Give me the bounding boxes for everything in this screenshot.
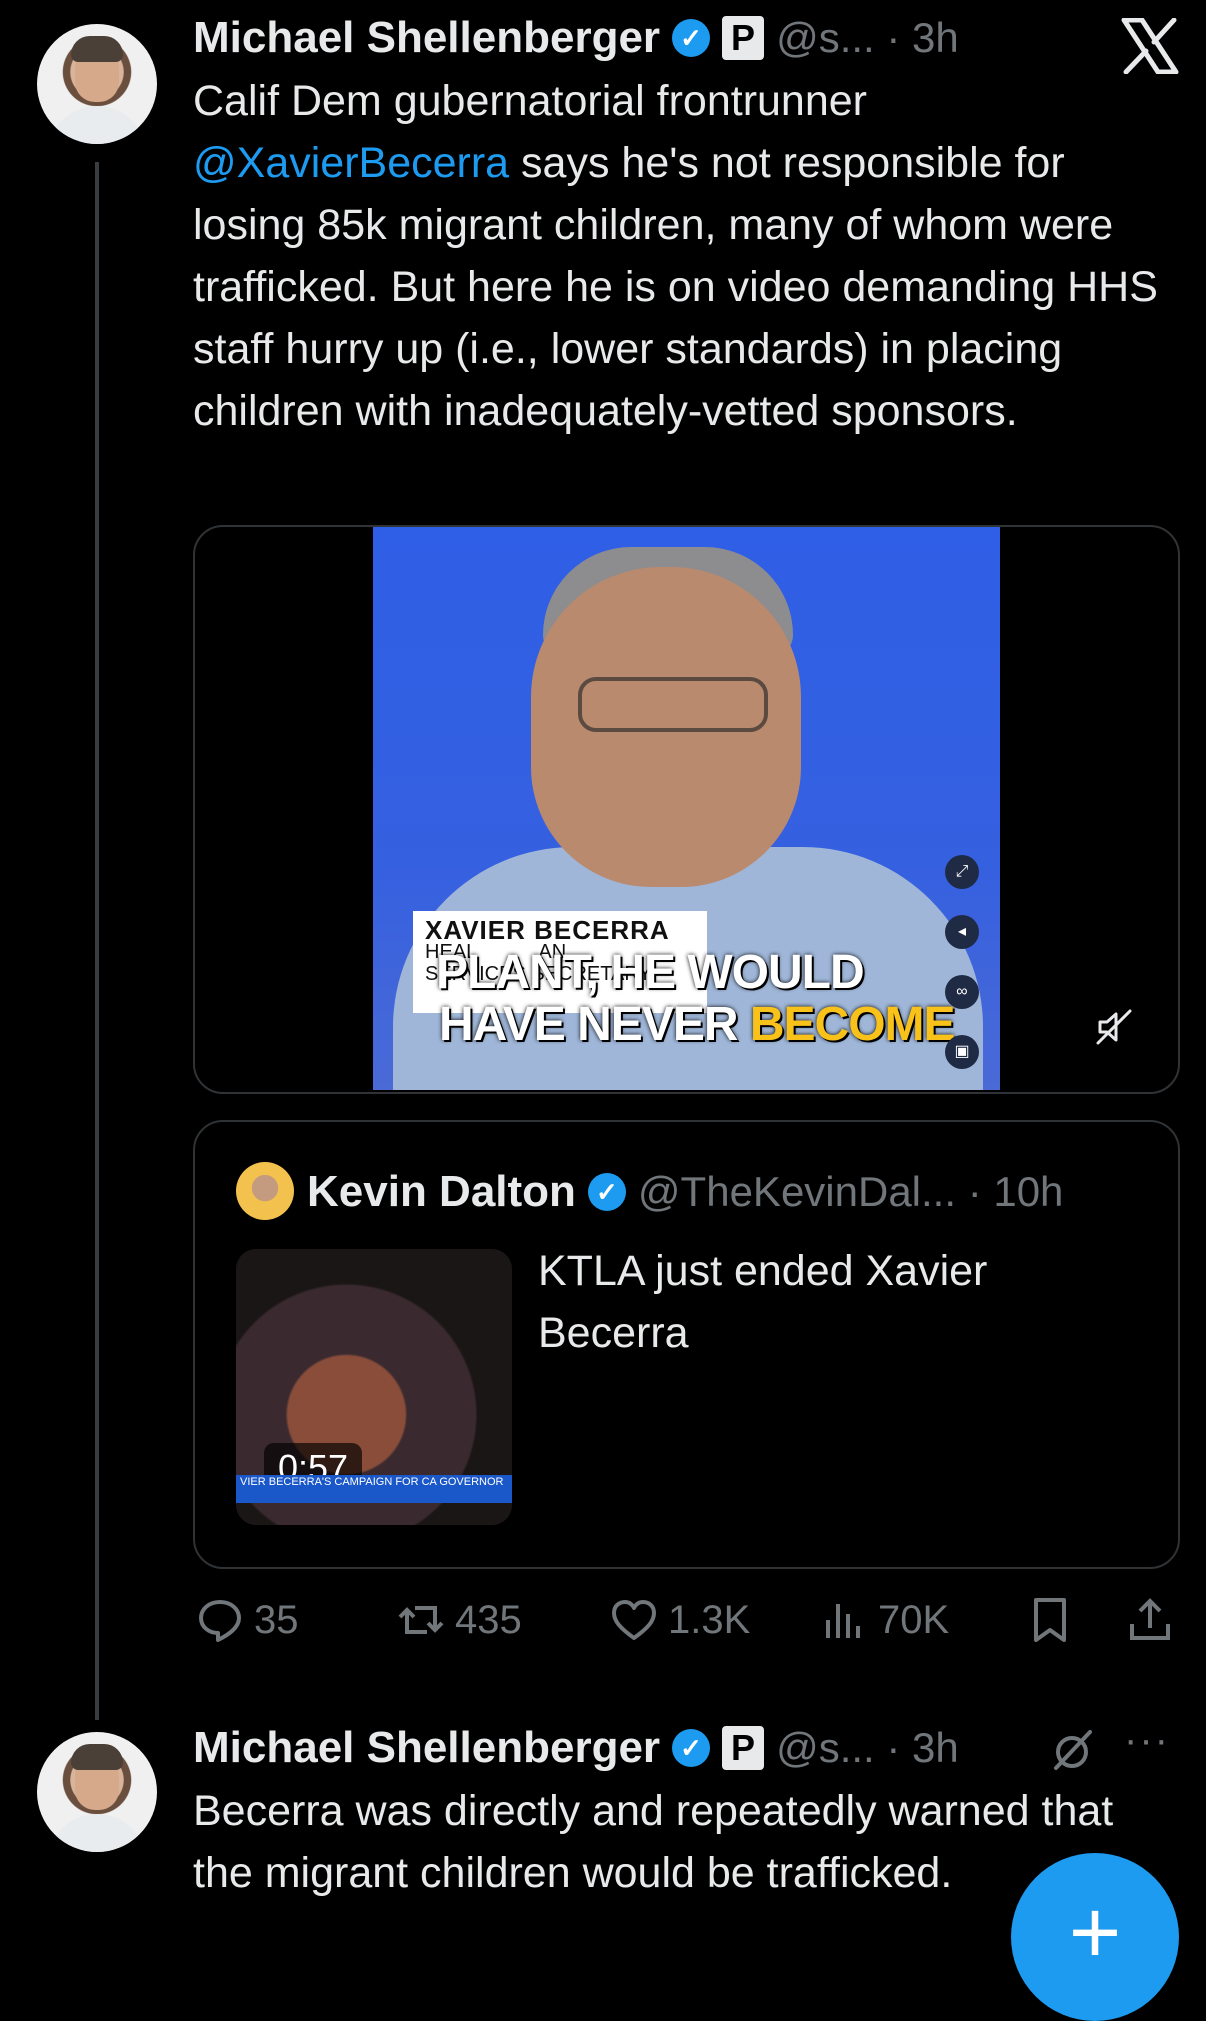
- quoted-tweet-header: Kevin Dalton ✓ @TheKevinDal... · 10h: [307, 1162, 1063, 1222]
- tweet-header: Michael Shellenberger ✓ P @s... · 3h: [193, 8, 959, 68]
- tweet-text: Calif Dem gubernatorial frontrunner @Xav…: [193, 77, 1158, 435]
- share-screen-icon: ▣: [945, 1035, 979, 1069]
- views-icon: [826, 1604, 860, 1638]
- verified-badge-icon: ✓: [672, 1729, 711, 1767]
- more-options-icon[interactable]: ···: [1124, 1718, 1170, 1763]
- handle-and-time: @s... · 3h: [776, 14, 959, 61]
- thread-connector-line: [95, 162, 99, 1720]
- reply-button[interactable]: 35: [196, 1596, 299, 1644]
- news-ticker: VIER BECERRA'S CAMPAIGN FOR CA GOVERNOR: [236, 1475, 512, 1503]
- share-button[interactable]: [1126, 1596, 1174, 1644]
- video-caption-line2: HAVE NEVER BECOME: [439, 998, 956, 1051]
- handle-and-time: @s... · 3h: [776, 1724, 959, 1771]
- verified-badge-icon: ✓: [587, 1173, 626, 1211]
- grok-icon[interactable]: [1048, 1726, 1096, 1774]
- views-count: 70K: [878, 1597, 950, 1642]
- affiliate-badge-icon: P: [722, 16, 765, 60]
- author-name[interactable]: Michael Shellenberger: [193, 1723, 660, 1773]
- reply-icon: [199, 1600, 241, 1642]
- bookmark-icon: [1034, 1598, 1066, 1642]
- tweet-text: Becerra was directly and repeatedly warn…: [193, 1787, 1114, 1897]
- quoted-author-avatar: [236, 1162, 294, 1220]
- heart-icon: [612, 1600, 656, 1640]
- speaker-icon: ◂: [945, 915, 979, 949]
- quoted-video-thumbnail: 0:57 VIER BECERRA'S CAMPAIGN FOR CA GOVE…: [236, 1249, 512, 1525]
- share-icon: [1130, 1598, 1170, 1640]
- verified-badge-icon: ✓: [672, 19, 711, 57]
- quoted-tweet-text: KTLA just ended Xavier Becerra: [538, 1247, 988, 1357]
- video-caption-line1: PLANT, HE WOULD: [436, 946, 865, 999]
- like-button[interactable]: 1.3K: [610, 1596, 750, 1644]
- bookmark-button[interactable]: [1026, 1596, 1074, 1644]
- views-button[interactable]: 70K: [820, 1596, 949, 1644]
- author-avatar[interactable]: [37, 24, 157, 144]
- compose-fab-button[interactable]: +: [1011, 1853, 1179, 2021]
- mute-icon[interactable]: [1094, 1007, 1134, 1047]
- quoted-author-name: Kevin Dalton: [307, 1167, 576, 1216]
- affiliate-badge-icon: P: [722, 1726, 765, 1770]
- reply-count: 35: [254, 1597, 299, 1642]
- repost-icon: [398, 1606, 444, 1634]
- video-player[interactable]: XAVIER BECERRA HEAL AN SERVICES SECRETAR…: [373, 527, 1000, 1090]
- tweet-header: Michael Shellenberger ✓ P @s... · 3h: [193, 1718, 959, 1778]
- mention-link[interactable]: @XavierBecerra: [193, 139, 509, 187]
- repost-button[interactable]: 435: [397, 1596, 522, 1644]
- expand-icon: ⤢: [945, 855, 979, 889]
- repost-count: 435: [455, 1597, 522, 1642]
- video-person-glasses: [578, 677, 768, 732]
- link-icon: ∞: [945, 975, 979, 1009]
- like-count: 1.3K: [668, 1597, 751, 1642]
- author-avatar[interactable]: [37, 1732, 157, 1852]
- x-logo-icon[interactable]: [1120, 18, 1180, 74]
- author-name[interactable]: Michael Shellenberger: [193, 13, 660, 63]
- quoted-handle-and-time: @TheKevinDal... · 10h: [637, 1168, 1064, 1215]
